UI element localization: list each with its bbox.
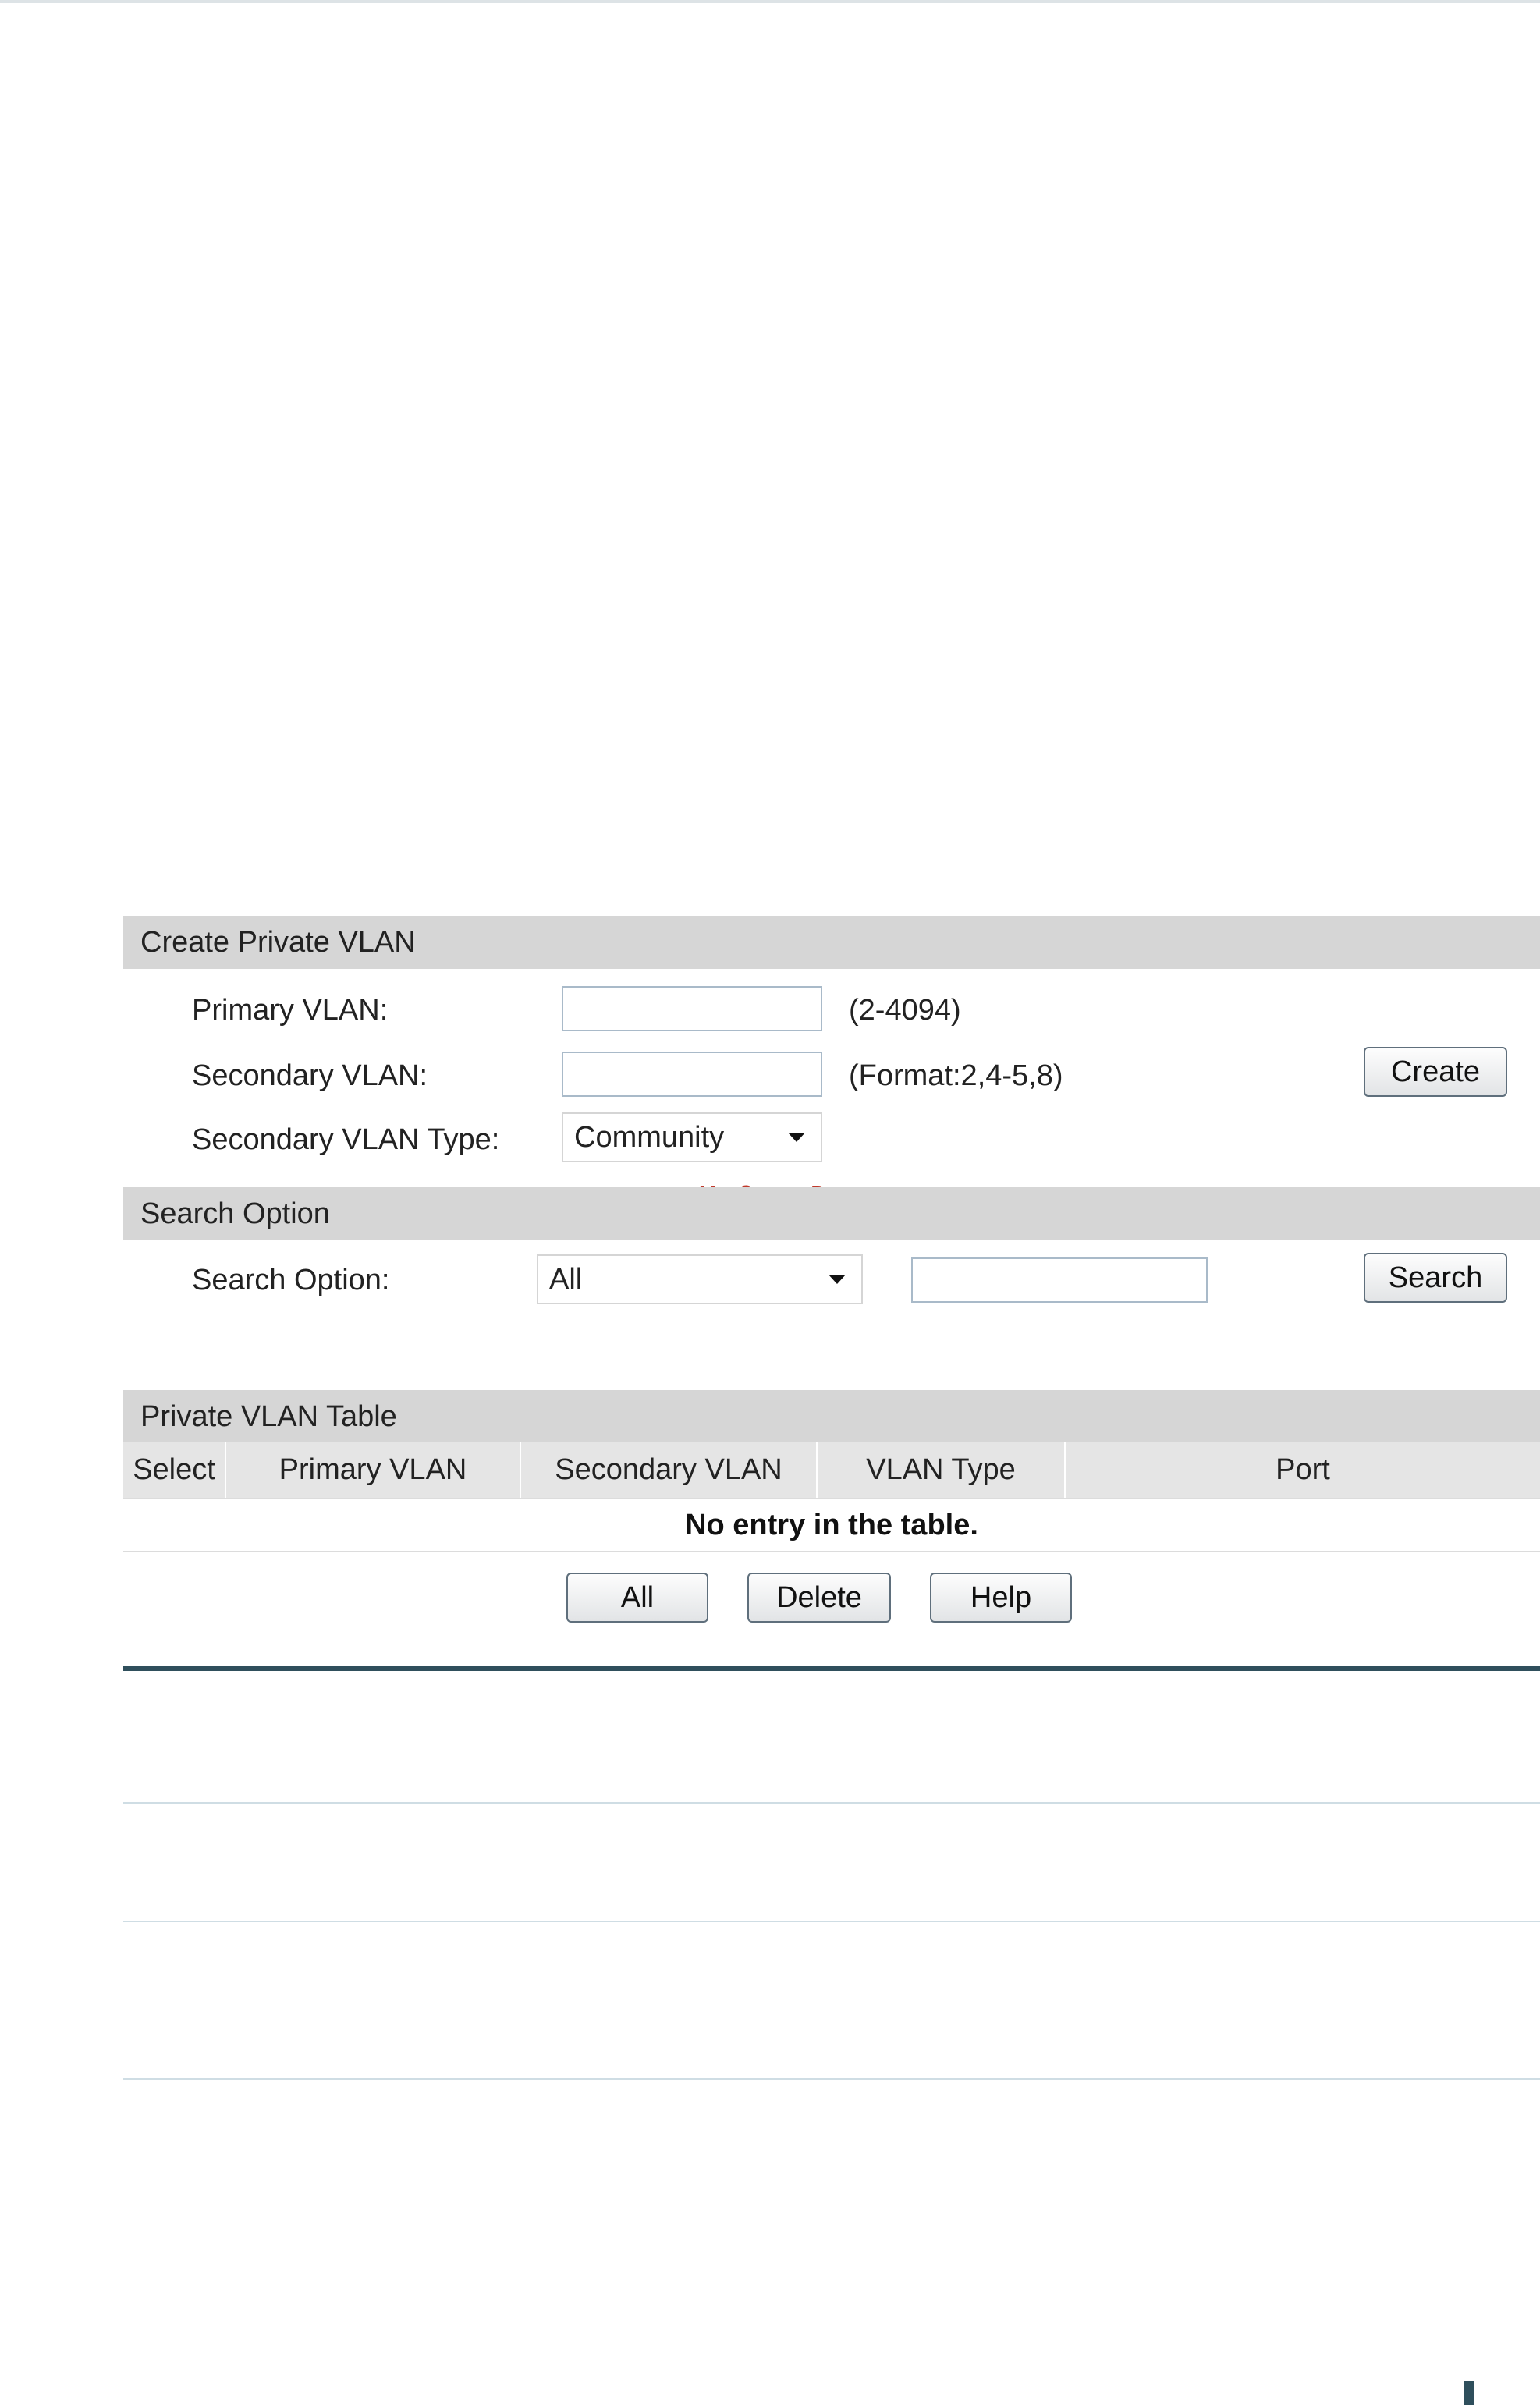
chevron-down-icon [788,1133,805,1142]
create-button-label: Create [1390,1055,1481,1088]
column-header-port: Port [1276,1453,1330,1486]
help-button-label: Help [970,1580,1032,1614]
primary-vlan-range-hint: (2-4094) [849,994,961,1027]
create-private-vlan-title: Create Private VLAN [140,925,416,959]
table-empty-message: No entry in the table. [123,1498,1540,1552]
delete-button-label: Delete [776,1580,862,1614]
top-divider [0,0,1540,3]
private-vlan-table-title: Private VLAN Table [140,1399,397,1433]
search-query-input[interactable] [911,1257,1208,1303]
search-option-header: Search Option [123,1187,1540,1240]
secondary-vlan-type-label: Secondary VLAN Type: [192,1123,500,1156]
chevron-down-icon [829,1275,846,1284]
create-private-vlan-header: Create Private VLAN [123,916,1540,969]
create-button[interactable]: Create [1364,1047,1507,1097]
secondary-vlan-format-hint: (Format:2,4-5,8) [849,1059,1063,1092]
secondary-vlan-type-select[interactable]: Community [562,1112,822,1162]
column-header-primary-vlan: Primary VLAN [226,1442,521,1498]
delete-button[interactable]: Delete [747,1573,891,1623]
table-top-rule [123,1666,1540,1671]
secondary-vlan-label: Secondary VLAN: [192,1059,428,1092]
search-option-select[interactable]: All [537,1254,863,1304]
row-divider [123,1802,1540,1804]
search-option-title: Search Option [140,1197,330,1230]
secondary-vlan-type-value: Community [574,1120,725,1154]
row-divider [123,2078,1540,2080]
column-header-select: Select [123,1442,226,1498]
help-button[interactable]: Help [930,1573,1072,1623]
primary-vlan-input[interactable] [562,986,822,1031]
table-header-row: Select Primary VLAN Secondary VLAN VLAN … [123,1442,1540,1498]
secondary-vlan-input[interactable] [562,1052,822,1097]
page-corner-mark [1464,2381,1474,2405]
search-option-label: Search Option: [192,1264,390,1297]
select-all-button[interactable]: All [566,1573,708,1623]
column-header-vlan-type: VLAN Type [818,1442,1066,1498]
column-header-secondary-vlan: Secondary VLAN [521,1442,818,1498]
select-all-button-label: All [620,1580,655,1614]
primary-vlan-label: Primary VLAN: [192,994,389,1027]
row-divider [123,1921,1540,1922]
search-button-label: Search [1388,1261,1483,1294]
search-option-value: All [549,1262,583,1296]
private-vlan-table-header: Private VLAN Table [123,1390,1540,1443]
search-button[interactable]: Search [1364,1253,1507,1303]
